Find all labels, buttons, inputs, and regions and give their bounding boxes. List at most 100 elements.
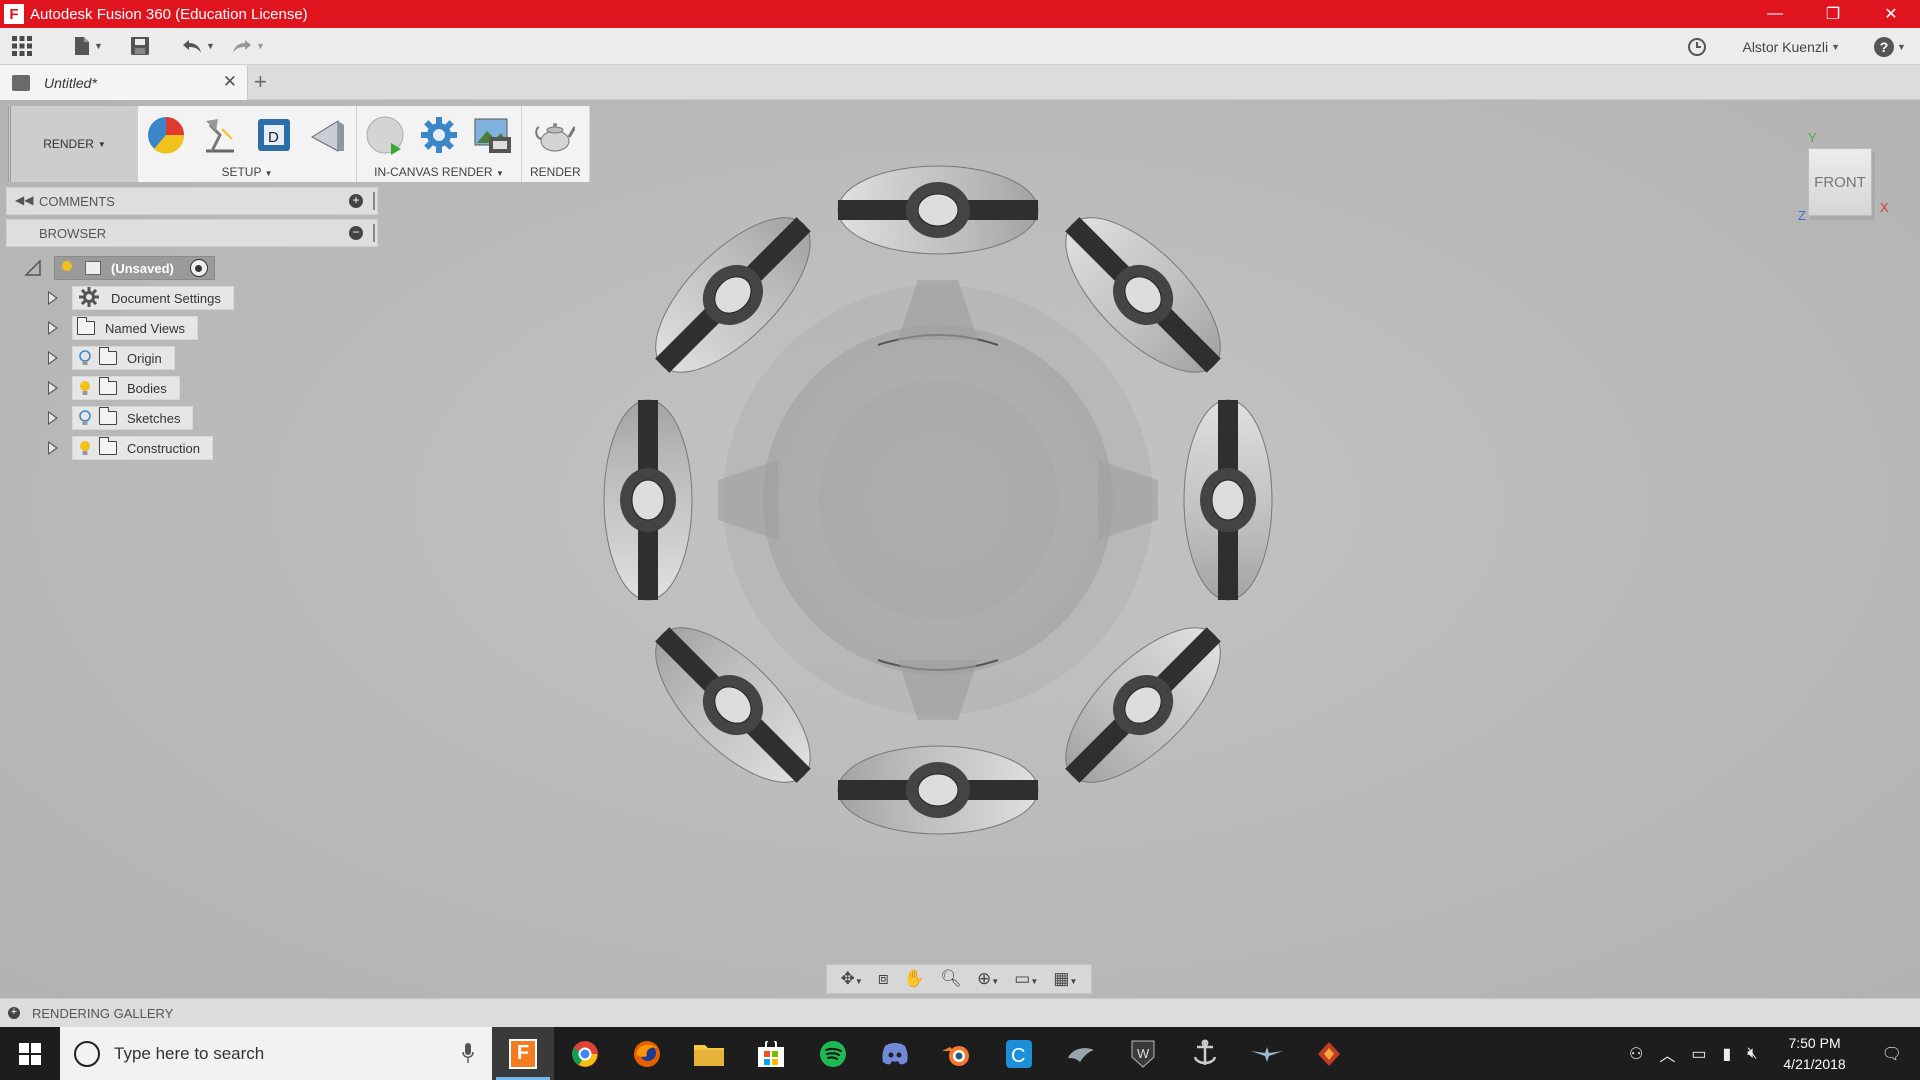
system-clock[interactable]: 7:50 PM 4/21/2018 [1783, 1033, 1845, 1075]
zoom-icon[interactable]: 🔍︎ [940, 969, 962, 989]
data-panel-grid-icon[interactable] [0, 28, 44, 65]
lightbulb-on-icon[interactable] [79, 440, 91, 456]
appearance-icon[interactable] [146, 115, 186, 155]
save-button[interactable] [118, 28, 162, 65]
comments-panel-header[interactable]: ◀◀ COMMENTS + [6, 187, 378, 215]
network-icon[interactable]: ▭ [1691, 1044, 1706, 1064]
tree-item-sketches[interactable]: Sketches [48, 405, 194, 431]
world-of-warships-taskbar-icon[interactable] [1174, 1027, 1236, 1080]
setup-panel: D SETUP ▼ [138, 106, 357, 182]
battery-icon[interactable]: ▮ [1722, 1044, 1731, 1064]
start-button[interactable] [0, 1027, 60, 1080]
fit-zoom-icon[interactable]: ⊕▼ [977, 969, 999, 989]
search-placeholder: Type here to search [114, 1043, 265, 1063]
folder-icon [76, 317, 95, 335]
capture-image-icon[interactable] [473, 115, 513, 155]
workspace-switcher[interactable]: RENDER ▼ [8, 106, 138, 182]
tree-item-named-views[interactable]: Named Views [48, 315, 198, 341]
decal-icon[interactable] [308, 115, 348, 155]
scene-settings-lamp-icon[interactable] [200, 115, 240, 155]
view-cube[interactable]: FRONT [1808, 148, 1872, 216]
action-center-icon[interactable]: 🗨︎ [1882, 1044, 1902, 1064]
panel-grip-icon[interactable] [373, 192, 375, 210]
collapse-triangle-icon[interactable] [24, 259, 42, 277]
microphone-icon[interactable] [462, 1043, 474, 1066]
world-of-tanks-taskbar-icon[interactable]: W [1112, 1027, 1174, 1080]
tree-item-origin[interactable]: Origin [48, 345, 175, 371]
tree-item-construction[interactable]: Construction [48, 435, 213, 461]
restore-button[interactable]: ❐ [1804, 0, 1862, 28]
tree-root-row[interactable]: (Unsaved) [24, 255, 215, 281]
expand-triangle-icon[interactable] [48, 291, 58, 305]
fusion-360-taskbar-icon[interactable]: F [492, 1027, 554, 1080]
file-explorer-taskbar-icon[interactable] [678, 1027, 740, 1080]
look-at-icon[interactable]: ⧈ [878, 969, 889, 989]
in-canvas-render-panel-label[interactable]: IN-CANVAS RENDER ▼ [374, 165, 504, 179]
tree-item-label: Origin [127, 350, 162, 366]
grid-settings-icon[interactable]: ▦▼ [1053, 969, 1077, 989]
tree-node[interactable]: Origin [72, 346, 175, 370]
app-14-taskbar-icon[interactable] [1298, 1027, 1360, 1080]
redo-button[interactable]: ▼ [224, 28, 272, 65]
job-status-clock-icon[interactable] [1682, 28, 1712, 65]
expand-triangle-icon[interactable] [48, 411, 58, 425]
tree-root-node[interactable]: (Unsaved) [54, 256, 215, 280]
discord-taskbar-icon[interactable] [864, 1027, 926, 1080]
expand-triangle-icon[interactable] [48, 441, 58, 455]
close-tab-icon[interactable]: ✕ [223, 72, 237, 92]
file-menu-button[interactable]: ▼ [64, 28, 112, 65]
gear-icon [79, 286, 99, 310]
lightbulb-on-icon[interactable] [61, 260, 73, 276]
render-settings-gear-icon[interactable] [419, 115, 459, 155]
lightbulb-off-icon[interactable] [79, 350, 91, 366]
tree-item-document-settings[interactable]: Document Settings [48, 285, 234, 311]
user-name: Alstor Kuenzli [1742, 38, 1829, 55]
undo-button[interactable]: ▼ [174, 28, 222, 65]
expand-gallery-icon[interactable]: + [8, 1007, 20, 1019]
expand-triangle-icon[interactable] [48, 381, 58, 395]
lightbulb-on-icon[interactable] [79, 380, 91, 396]
chevron-up-icon[interactable]: ︿ [1659, 1042, 1675, 1066]
microsoft-store-taskbar-icon[interactable] [740, 1027, 802, 1080]
collapse-panels-icon[interactable]: ◀◀ [15, 193, 33, 207]
firefox-taskbar-icon[interactable] [616, 1027, 678, 1080]
taskbar-search-box[interactable]: Type here to search [60, 1027, 492, 1080]
people-icon[interactable]: ⚇ [1629, 1044, 1643, 1064]
world-of-warplanes-taskbar-icon[interactable] [1236, 1027, 1298, 1080]
ccleaner-taskbar-icon[interactable]: C [988, 1027, 1050, 1080]
tree-node[interactable]: Sketches [72, 406, 194, 430]
minimize-button[interactable]: — [1746, 0, 1804, 28]
rendering-gallery-bar[interactable]: + RENDERING GALLERY [0, 998, 1920, 1027]
expand-triangle-icon[interactable] [48, 321, 58, 335]
expand-triangle-icon[interactable] [48, 351, 58, 365]
texture-map-controls-icon[interactable]: D [254, 115, 294, 155]
add-comment-icon[interactable]: + [349, 194, 363, 208]
user-account-menu[interactable]: Alstor Kuenzli ▼ [1742, 28, 1840, 65]
tree-item-bodies[interactable]: Bodies [48, 375, 180, 401]
blender-taskbar-icon[interactable] [926, 1027, 988, 1080]
browser-panel-header[interactable]: BROWSER − [6, 219, 378, 247]
tree-node[interactable]: Document Settings [72, 286, 234, 310]
tree-node[interactable]: Construction [72, 436, 213, 460]
new-tab-button[interactable]: + [254, 69, 267, 95]
tree-node[interactable]: Named Views [72, 316, 198, 340]
render-panel-label[interactable]: RENDER [530, 165, 581, 179]
document-tab[interactable]: Untitled* ✕ [0, 65, 248, 100]
lightbulb-off-icon[interactable] [79, 410, 91, 426]
volume-muted-icon[interactable]: 🔇︎ [1747, 1045, 1757, 1063]
display-settings-icon[interactable]: ▭▼ [1014, 969, 1038, 989]
activate-radio-icon[interactable] [189, 259, 208, 277]
tree-node[interactable]: Bodies [72, 376, 180, 400]
orbit-icon[interactable]: ✥▼ [841, 969, 863, 989]
chrome-taskbar-icon[interactable] [554, 1027, 616, 1080]
help-menu-button[interactable]: ? ▼ [1870, 28, 1910, 65]
close-window-button[interactable]: ✕ [1862, 0, 1920, 28]
render-teapot-icon[interactable] [535, 115, 577, 155]
panel-grip-icon[interactable] [373, 224, 375, 242]
collapse-browser-icon[interactable]: − [349, 226, 363, 240]
app-9-taskbar-icon[interactable] [1050, 1027, 1112, 1080]
spotify-taskbar-icon[interactable] [802, 1027, 864, 1080]
setup-panel-label[interactable]: SETUP ▼ [221, 165, 272, 179]
pan-hand-icon[interactable]: ✋ [904, 969, 925, 989]
in-canvas-render-play-icon[interactable] [365, 115, 405, 155]
